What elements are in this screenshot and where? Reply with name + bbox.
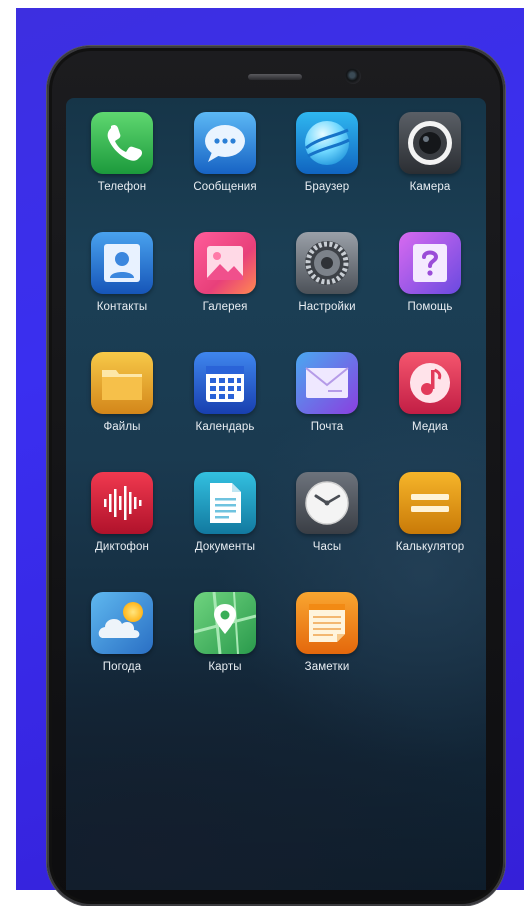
app-label: Карты: [208, 661, 242, 673]
app-label: Сообщения: [193, 181, 257, 193]
message-bubble-icon: [194, 112, 256, 174]
app-settings[interactable]: Настройки: [277, 232, 377, 322]
camera-lens-icon: [399, 112, 461, 174]
notes-icon: [296, 592, 358, 654]
app-label: Медиа: [412, 421, 448, 433]
document-icon: [194, 472, 256, 534]
folder-icon: [91, 352, 153, 414]
app-label: Диктофон: [95, 541, 149, 553]
app-label: Браузер: [304, 181, 350, 193]
music-note-icon: [399, 352, 461, 414]
browser-globe-icon: [296, 112, 358, 174]
map-pin-icon: [194, 592, 256, 654]
app-phone[interactable]: Телефон: [72, 112, 172, 202]
app-camera[interactable]: Камера: [380, 112, 480, 202]
app-browser[interactable]: Браузер: [277, 112, 377, 202]
app-label: Телефон: [97, 181, 147, 193]
app-notes[interactable]: Заметки: [277, 592, 377, 682]
calculator-icon: [399, 472, 461, 534]
app-contacts[interactable]: Контакты: [72, 232, 172, 322]
help-question-icon: [399, 232, 461, 294]
app-label: Помощь: [407, 301, 453, 313]
app-media[interactable]: Медиа: [380, 352, 480, 442]
earpiece-speaker: [248, 74, 302, 80]
app-maps[interactable]: Карты: [175, 592, 275, 682]
app-label: Галерея: [202, 301, 248, 313]
app-files[interactable]: Файлы: [72, 352, 172, 442]
app-label: Часы: [312, 541, 342, 553]
app-messages[interactable]: Сообщения: [175, 112, 275, 202]
app-label: Почта: [310, 421, 344, 433]
app-label: Календарь: [195, 421, 255, 433]
app-calculator[interactable]: Калькулятор: [380, 472, 480, 562]
gallery-photo-icon: [194, 232, 256, 294]
app-label: Погода: [102, 661, 142, 673]
front-camera-icon: [345, 68, 361, 84]
contact-card-icon: [91, 232, 153, 294]
weather-cloud-sun-icon: [91, 592, 153, 654]
app-mail[interactable]: Почта: [277, 352, 377, 442]
app-label: Калькулятор: [395, 541, 465, 553]
app-label: Настройки: [298, 301, 356, 313]
home-screen: Телефон Сообщения Браузер Камера Контакт…: [66, 98, 486, 890]
app-label: Контакты: [96, 301, 148, 313]
phone-icon: [91, 112, 153, 174]
app-voice-recorder[interactable]: Диктофон: [72, 472, 172, 562]
settings-gear-icon: [296, 232, 358, 294]
app-calendar[interactable]: Календарь: [175, 352, 275, 442]
app-weather[interactable]: Погода: [72, 592, 172, 682]
voice-recorder-icon: [91, 472, 153, 534]
app-clock[interactable]: Часы: [277, 472, 377, 562]
app-label: Файлы: [103, 421, 141, 433]
app-label: Документы: [194, 541, 256, 553]
app-help[interactable]: Помощь: [380, 232, 480, 322]
app-documents[interactable]: Документы: [175, 472, 275, 562]
app-gallery[interactable]: Галерея: [175, 232, 275, 322]
app-label: Заметки: [304, 661, 350, 673]
mail-envelope-icon: [296, 352, 358, 414]
calendar-icon: [194, 352, 256, 414]
app-label: Камера: [409, 181, 451, 193]
clock-icon: [296, 472, 358, 534]
